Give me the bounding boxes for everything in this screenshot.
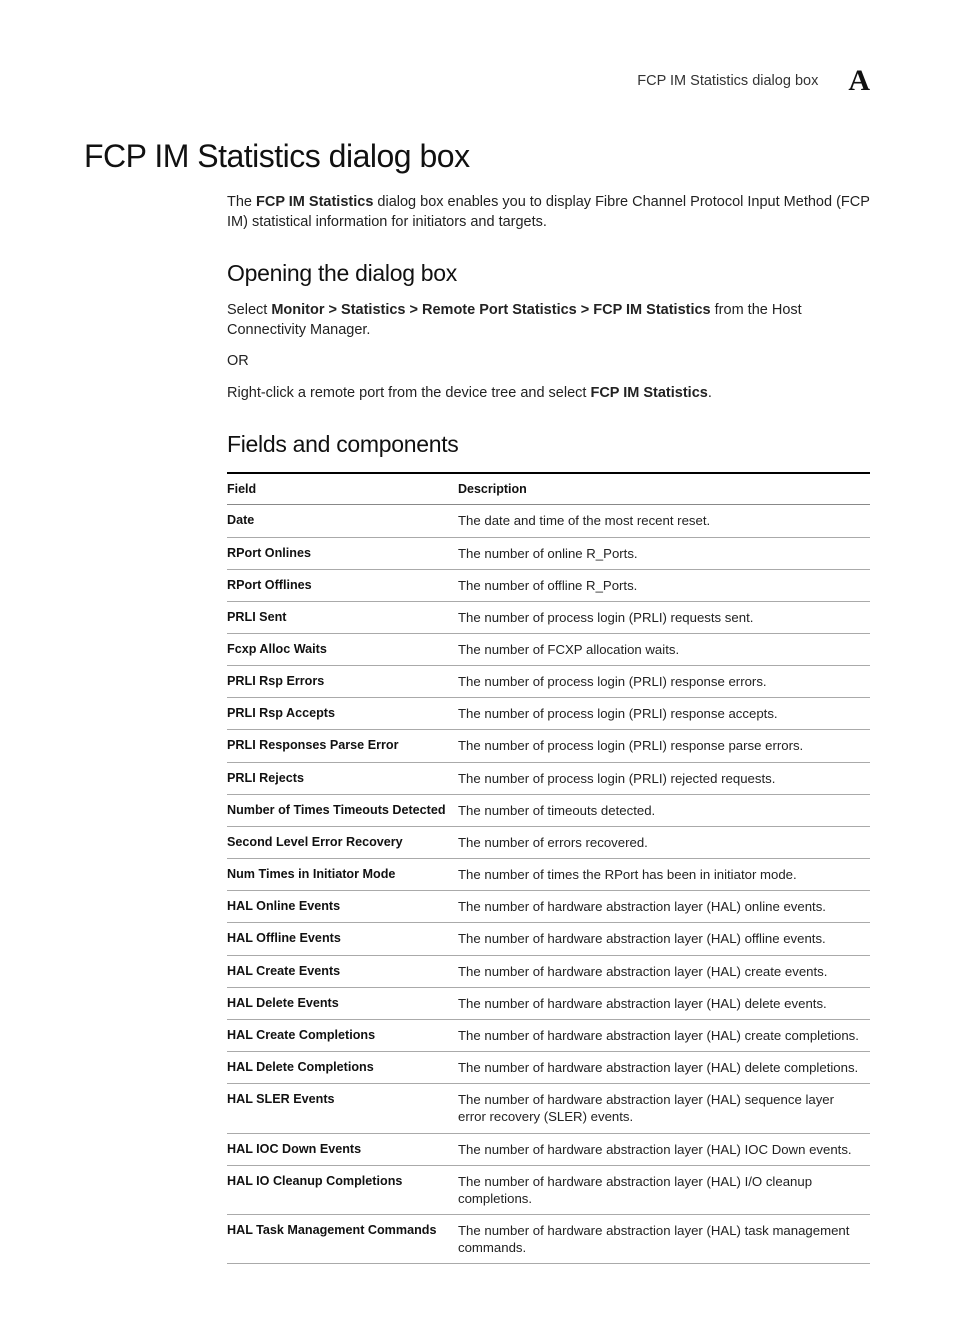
appendix-letter: A — [848, 64, 870, 98]
field-description: The number of hardware abstraction layer… — [458, 891, 870, 923]
fields-tbody: DateThe date and time of the most recent… — [227, 505, 870, 1264]
table-row: RPort OnlinesThe number of online R_Port… — [227, 537, 870, 569]
field-description: The number of timeouts detected. — [458, 794, 870, 826]
field-name: RPort Offlines — [227, 569, 458, 601]
running-header-text: FCP IM Statistics dialog box — [637, 73, 818, 89]
table-row: PRLI Rsp AcceptsThe number of process lo… — [227, 698, 870, 730]
field-name: PRLI Rejects — [227, 762, 458, 794]
table-row: HAL Delete EventsThe number of hardware … — [227, 987, 870, 1019]
field-description: The number of times the RPort has been i… — [458, 859, 870, 891]
field-name: HAL Online Events — [227, 891, 458, 923]
field-name: PRLI Rsp Accepts — [227, 698, 458, 730]
opening-select-bold: Monitor > Statistics > Remote Port Stati… — [271, 302, 710, 318]
field-name: PRLI Responses Parse Error — [227, 730, 458, 762]
field-name: Number of Times Timeouts Detected — [227, 794, 458, 826]
field-name: Second Level Error Recovery — [227, 826, 458, 858]
intro-paragraph: The FCP IM Statistics dialog box enables… — [227, 193, 870, 232]
field-name: HAL Task Management Commands — [227, 1214, 458, 1263]
table-row: HAL Online EventsThe number of hardware … — [227, 891, 870, 923]
field-description: The number of hardware abstraction layer… — [458, 1019, 870, 1051]
intro-prefix: The — [227, 194, 256, 210]
table-row: Number of Times Timeouts DetectedThe num… — [227, 794, 870, 826]
field-description: The number of process login (PRLI) respo… — [458, 666, 870, 698]
table-row: HAL Task Management CommandsThe number o… — [227, 1214, 870, 1263]
field-name: Fcxp Alloc Waits — [227, 634, 458, 666]
field-name: HAL SLER Events — [227, 1084, 458, 1133]
field-name: PRLI Rsp Errors — [227, 666, 458, 698]
table-header-row: Field Description — [227, 473, 870, 505]
field-name: HAL Delete Completions — [227, 1052, 458, 1084]
field-name: Num Times in Initiator Mode — [227, 859, 458, 891]
opening-select-paragraph: Select Monitor > Statistics > Remote Por… — [227, 301, 870, 340]
opening-or: OR — [227, 352, 870, 372]
field-description: The number of hardware abstraction layer… — [458, 1165, 870, 1214]
running-header: FCP IM Statistics dialog box A — [637, 64, 870, 98]
field-description: The number of errors recovered. — [458, 826, 870, 858]
col-description: Description — [458, 473, 870, 505]
field-description: The number of hardware abstraction layer… — [458, 1084, 870, 1133]
opening-rc-bold: FCP IM Statistics — [590, 385, 707, 401]
table-row: HAL Offline EventsThe number of hardware… — [227, 923, 870, 955]
field-description: The date and time of the most recent res… — [458, 505, 870, 537]
field-description: The number of process login (PRLI) respo… — [458, 730, 870, 762]
intro-bold: FCP IM Statistics — [256, 194, 373, 210]
field-name: HAL Create Completions — [227, 1019, 458, 1051]
opening-rightclick-paragraph: Right-click a remote port from the devic… — [227, 384, 870, 404]
field-description: The number of process login (PRLI) respo… — [458, 698, 870, 730]
table-row: Second Level Error RecoveryThe number of… — [227, 826, 870, 858]
table-row: DateThe date and time of the most recent… — [227, 505, 870, 537]
field-description: The number of hardware abstraction layer… — [458, 1052, 870, 1084]
field-name: HAL IOC Down Events — [227, 1133, 458, 1165]
table-row: HAL Create CompletionsThe number of hard… — [227, 1019, 870, 1051]
opening-select-prefix: Select — [227, 302, 271, 318]
table-row: Num Times in Initiator ModeThe number of… — [227, 859, 870, 891]
section-fields-heading: Fields and components — [227, 431, 870, 458]
table-row: PRLI Responses Parse ErrorThe number of … — [227, 730, 870, 762]
field-name: HAL Create Events — [227, 955, 458, 987]
field-description: The number of hardware abstraction layer… — [458, 923, 870, 955]
field-name: Date — [227, 505, 458, 537]
field-name: HAL IO Cleanup Completions — [227, 1165, 458, 1214]
opening-rc-suffix: . — [708, 385, 712, 401]
field-description: The number of process login (PRLI) rejec… — [458, 762, 870, 794]
section-opening-heading: Opening the dialog box — [227, 260, 870, 287]
field-name: PRLI Sent — [227, 601, 458, 633]
opening-rc-prefix: Right-click a remote port from the devic… — [227, 385, 590, 401]
field-description: The number of offline R_Ports. — [458, 569, 870, 601]
field-description: The number of FCXP allocation waits. — [458, 634, 870, 666]
table-row: PRLI SentThe number of process login (PR… — [227, 601, 870, 633]
field-description: The number of process login (PRLI) reque… — [458, 601, 870, 633]
field-description: The number of hardware abstraction layer… — [458, 1133, 870, 1165]
field-description: The number of hardware abstraction layer… — [458, 987, 870, 1019]
field-name: RPort Onlines — [227, 537, 458, 569]
page-title: FCP IM Statistics dialog box — [84, 138, 870, 175]
table-row: Fcxp Alloc WaitsThe number of FCXP alloc… — [227, 634, 870, 666]
fields-table: Field Description DateThe date and time … — [227, 472, 870, 1264]
field-description: The number of hardware abstraction layer… — [458, 1214, 870, 1263]
field-name: HAL Delete Events — [227, 987, 458, 1019]
col-field: Field — [227, 473, 458, 505]
table-row: RPort OfflinesThe number of offline R_Po… — [227, 569, 870, 601]
table-row: HAL SLER EventsThe number of hardware ab… — [227, 1084, 870, 1133]
field-name: HAL Offline Events — [227, 923, 458, 955]
table-row: HAL IOC Down EventsThe number of hardwar… — [227, 1133, 870, 1165]
field-description: The number of hardware abstraction layer… — [458, 955, 870, 987]
field-description: The number of online R_Ports. — [458, 537, 870, 569]
body-block: The FCP IM Statistics dialog box enables… — [227, 193, 870, 1264]
content: FCP IM Statistics dialog box The FCP IM … — [84, 138, 870, 1264]
table-row: PRLI Rsp ErrorsThe number of process log… — [227, 666, 870, 698]
table-row: HAL Delete CompletionsThe number of hard… — [227, 1052, 870, 1084]
table-row: HAL IO Cleanup CompletionsThe number of … — [227, 1165, 870, 1214]
table-row: PRLI RejectsThe number of process login … — [227, 762, 870, 794]
table-row: HAL Create EventsThe number of hardware … — [227, 955, 870, 987]
page: FCP IM Statistics dialog box A FCP IM St… — [0, 0, 954, 1324]
